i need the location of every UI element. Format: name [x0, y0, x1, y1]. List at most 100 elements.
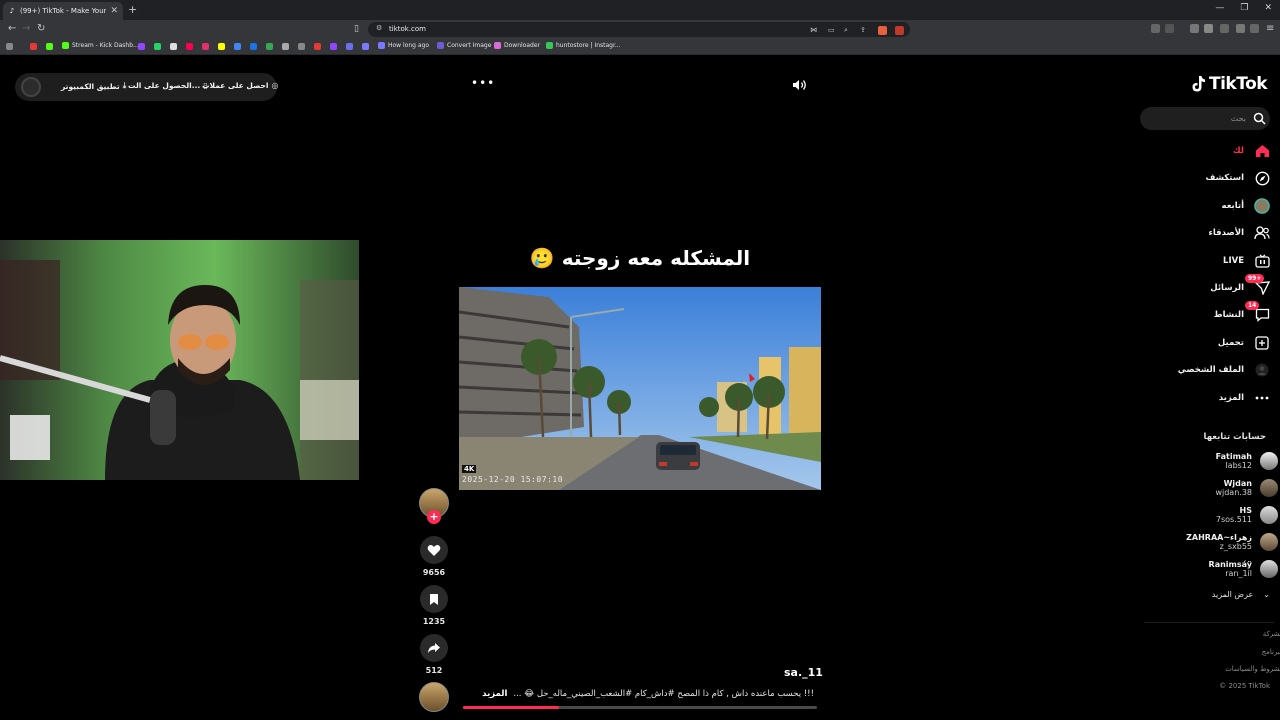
- save-button[interactable]: [420, 585, 448, 613]
- tiktok-favicon-icon: ♪: [9, 7, 15, 15]
- tiktok-icon[interactable]: [186, 43, 193, 50]
- bookmark-how-long-ago[interactable]: How long ago: [378, 42, 429, 49]
- translate-icon[interactable]: ⋈: [810, 26, 817, 34]
- bookmark-icon[interactable]: [330, 43, 337, 50]
- like-button[interactable]: [420, 536, 448, 564]
- new-tab-icon[interactable]: +: [128, 3, 137, 16]
- address-bar[interactable]: ⚙ tiktok.com ⋈ ▭ ⌕ ⇪: [368, 22, 910, 37]
- bookmark-icon[interactable]: [46, 43, 53, 50]
- back-icon[interactable]: ←: [8, 23, 16, 34]
- more-options-icon[interactable]: •••: [471, 76, 495, 90]
- media-icon[interactable]: [1190, 24, 1199, 33]
- reload-icon[interactable]: ↻: [37, 23, 45, 34]
- account-name: Wjdan: [1223, 479, 1252, 488]
- browser-toolbar: ← → ↻ ▯ ⚙ tiktok.com ⋈ ▭ ⌕ ⇪ ≡: [0, 20, 1280, 39]
- instagram-icon[interactable]: [202, 43, 209, 50]
- bookmark-icon[interactable]: [266, 43, 273, 50]
- following-account[interactable]: ZAHRAA~زهراء z_sxb55: [1138, 529, 1278, 555]
- bookmark-icon[interactable]: [362, 43, 369, 50]
- search-bar[interactable]: [1140, 107, 1270, 130]
- nav-following[interactable]: أتابعه: [1150, 195, 1270, 217]
- avatar: [1260, 452, 1278, 470]
- apps-icon[interactable]: [6, 43, 13, 50]
- whatsapp-icon[interactable]: [154, 43, 161, 50]
- follow-plus-icon[interactable]: +: [427, 510, 441, 524]
- bookmark-convert-image[interactable]: Convert Image: [437, 42, 491, 49]
- see-more-accounts-button[interactable]: ⌄ عرض المزيد: [1150, 590, 1270, 599]
- menu-icon[interactable]: ≡: [1266, 23, 1274, 34]
- nav-activity[interactable]: 14 النشاط: [1150, 301, 1270, 326]
- video-description: !!! يحسب ماعنده داش , كام ذا المصح #داش_…: [470, 689, 814, 699]
- activity-icon: 14: [1245, 301, 1270, 323]
- bookmark-icon[interactable]: [346, 43, 353, 50]
- bookmark-downloader[interactable]: Downloader: [494, 42, 540, 49]
- bookmark-icon[interactable]: [298, 43, 305, 50]
- user-avatar[interactable]: [21, 77, 41, 97]
- bookmark-page-icon[interactable]: ▯: [354, 24, 359, 34]
- nav-explore[interactable]: استكشف: [1150, 167, 1270, 189]
- sidebar-icon[interactable]: [1204, 24, 1213, 33]
- nav-friends[interactable]: الأصدقاء: [1150, 222, 1270, 244]
- bookmark-icon[interactable]: [30, 43, 37, 50]
- minimize-icon[interactable]: —: [1215, 3, 1224, 13]
- browser-tab[interactable]: ♪ (99+) TikTok - Make Your Day ✕: [3, 2, 123, 20]
- nav-label: أتابعه: [1221, 201, 1244, 211]
- get-app-button[interactable]: الحصول على الت... ▯: [128, 81, 208, 90]
- twitch-icon[interactable]: [138, 43, 145, 50]
- nav-upload[interactable]: تحميل: [1150, 332, 1270, 354]
- brave-shield-icon[interactable]: [878, 26, 887, 35]
- video-player[interactable]: 4K 2025-12-20 15:07:10: [459, 287, 821, 490]
- author-handle[interactable]: sa._11: [784, 666, 823, 679]
- nav-messages[interactable]: 99+ الرسائل: [1150, 274, 1270, 299]
- search-input[interactable]: [1146, 111, 1246, 126]
- vpn-icon[interactable]: [1250, 24, 1259, 33]
- close-window-icon[interactable]: ✕: [1264, 3, 1272, 13]
- nav-label: استكشف: [1205, 173, 1244, 183]
- see-more-link[interactable]: المزيد: [482, 689, 507, 699]
- footer-program-link[interactable]: البرنامج: [1262, 648, 1280, 656]
- sound-avatar[interactable]: [419, 682, 449, 712]
- nav-more[interactable]: المزيد: [1150, 387, 1270, 409]
- nav-for-you[interactable]: لك: [1150, 140, 1270, 162]
- following-account[interactable]: Fatimah labs12: [1138, 448, 1278, 474]
- video-progress-fill: [463, 706, 559, 709]
- site-info-icon[interactable]: ⚙: [376, 24, 382, 32]
- live-icon: [1254, 253, 1270, 269]
- tiktok-logo[interactable]: TikTok: [1190, 74, 1268, 94]
- extension-icon[interactable]: [1151, 24, 1160, 33]
- tiktok-note-icon: [1192, 76, 1205, 92]
- leo-icon[interactable]: [1236, 24, 1245, 33]
- wallet-icon[interactable]: [1220, 24, 1229, 33]
- zoom-icon[interactable]: ⌕: [844, 26, 848, 35]
- share-button[interactable]: [420, 634, 448, 662]
- following-account[interactable]: HS 7sos.511: [1138, 502, 1278, 528]
- volume-icon[interactable]: [792, 78, 808, 92]
- extension-icon[interactable]: [1165, 24, 1174, 33]
- footer-terms-link[interactable]: الشروط والسياسات: [1225, 665, 1280, 673]
- following-account[interactable]: Wjdan wjdan.38: [1138, 475, 1278, 501]
- avatar: [1260, 560, 1278, 578]
- brave-rewards-icon[interactable]: [895, 26, 904, 35]
- tab-close-icon[interactable]: ✕: [110, 6, 118, 16]
- bookmark-kick[interactable]: Stream - Kick Dashb...: [62, 42, 139, 49]
- share-icon[interactable]: ⇪: [860, 26, 866, 34]
- url-text: tiktok.com: [389, 25, 426, 33]
- bookmark-icon[interactable]: [282, 43, 289, 50]
- bookmark-icon[interactable]: [234, 43, 241, 50]
- restore-icon[interactable]: ❐: [1240, 3, 1248, 13]
- x-icon[interactable]: [170, 43, 177, 50]
- snapchat-icon[interactable]: [218, 43, 225, 50]
- nav-profile[interactable]: الملف الشخصي: [1150, 359, 1270, 381]
- bookmark-huntostore[interactable]: huntostore | Instagr...: [546, 42, 621, 49]
- desktop-app-button[interactable]: تطبيق الكمبيوتر ⤓: [61, 81, 126, 91]
- get-coins-button[interactable]: احصل على عملات ◎: [202, 81, 278, 90]
- nav-live[interactable]: LIVE: [1150, 250, 1270, 272]
- following-account[interactable]: Ranimsáÿ ran_1il: [1138, 556, 1278, 582]
- bookmark-icon[interactable]: [250, 43, 257, 50]
- search-icon[interactable]: [1253, 112, 1266, 125]
- forward-icon[interactable]: →: [22, 23, 30, 34]
- bookmark-icon[interactable]: [314, 43, 321, 50]
- footer-company-link[interactable]: الشركة: [1263, 630, 1280, 638]
- cast-icon[interactable]: ▭: [828, 26, 835, 34]
- video-progress-bar[interactable]: [463, 706, 817, 709]
